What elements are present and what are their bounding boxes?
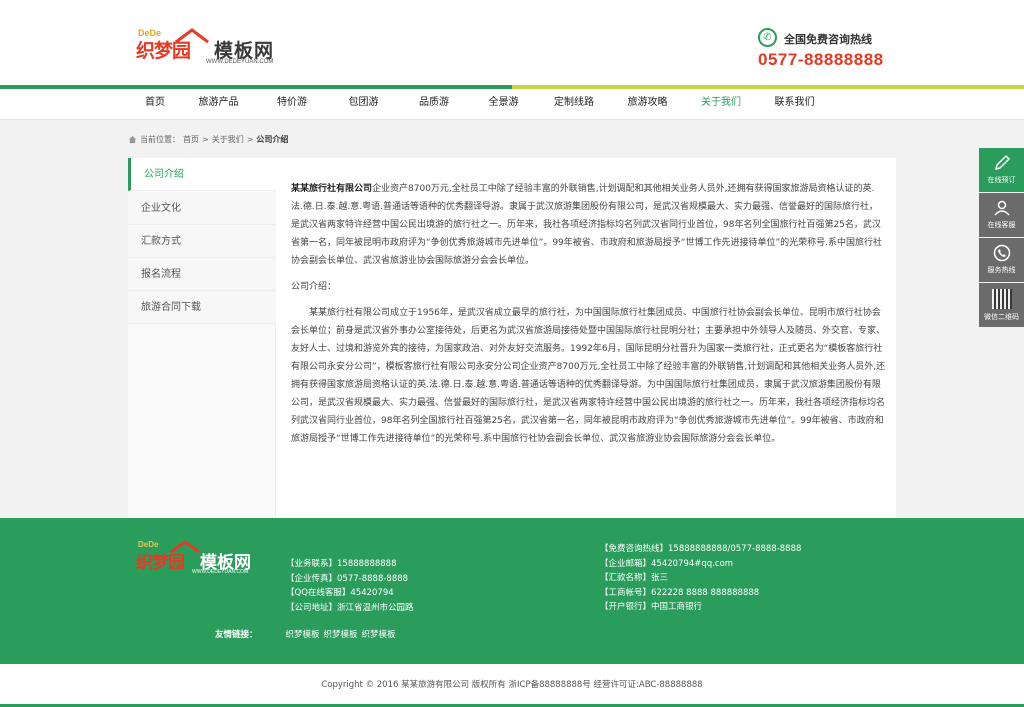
- footer-contact-value: 45420794: [350, 588, 394, 598]
- phone-icon: [993, 244, 1010, 262]
- footer-contact-line: 【企业邮箱】45420794#qq.com: [600, 557, 801, 572]
- sidebar-item[interactable]: 公司介绍: [128, 158, 276, 191]
- breadcrumb: 当前位置： 首页 > 关于我们 > 公司介绍: [128, 134, 288, 145]
- sidebar: 公司介绍 企业文化 汇款方式 报名流程 旅游合同下载: [128, 158, 276, 518]
- nav-item[interactable]: 品质游: [398, 89, 470, 120]
- nav-item[interactable]: 联系我们: [758, 89, 831, 120]
- site-footer: DeDe 织梦园 模板网 WWW.DEDEYUAN.COM 【业务联系】1588…: [0, 518, 1024, 664]
- friend-links: 友情链接： 织梦模板 织梦模板 织梦模板: [215, 628, 396, 640]
- nav-item[interactable]: 特价游: [255, 89, 329, 120]
- footer-contact-line: 【开户银行】中国工商银行: [600, 600, 801, 615]
- footer-contact-key: 【企业邮箱】: [600, 558, 652, 569]
- site-header: DeDe 织梦园 模板网 WWW.DEDEYUAN.COM ✆ 全国免费咨询热线…: [0, 0, 1024, 86]
- nav-item[interactable]: 定制线路: [537, 89, 611, 120]
- company-name: 某某旅行社有限公司: [291, 184, 373, 194]
- floating-service-panel: 在线预订 在线客服 服务热线 微信二维码: [979, 148, 1024, 328]
- nav-item[interactable]: 旅游攻略: [611, 89, 684, 120]
- friend-link[interactable]: 织梦模板: [286, 628, 320, 640]
- sidebar-item[interactable]: 报名流程: [128, 258, 276, 291]
- nav-item[interactable]: 关于我们: [684, 89, 758, 120]
- friend-link[interactable]: 织梦模板: [362, 628, 396, 640]
- home-icon: [128, 135, 137, 144]
- sidebar-item[interactable]: 企业文化: [128, 192, 276, 225]
- nav-item[interactable]: 全景游: [470, 89, 537, 120]
- pencil-icon: [994, 154, 1010, 171]
- sidebar-item[interactable]: 汇款方式: [128, 225, 276, 258]
- breadcrumb-sep: >: [246, 135, 254, 144]
- nav-item[interactable]: 包团游: [329, 89, 398, 120]
- detail-paragraph: 某某旅行社有限公司成立于1956年，是武汉省成立最早的旅行社，为中国国际旅行社集…: [291, 308, 886, 444]
- footer-contact-value: 622228 8888 888888888: [651, 587, 760, 598]
- site-logo[interactable]: DeDe 织梦园 模板网 WWW.DEDEYUAN.COM: [136, 26, 288, 72]
- intro-paragraph: 某某旅行社有限公司企业资产8700万元,全社员工中除了经验丰富的外联销售,计划调…: [291, 180, 886, 270]
- online-service-label: 在线客服: [987, 221, 1016, 229]
- breadcrumb-current: 公司介绍: [256, 135, 289, 144]
- footer-contact-value: 0577-8888-8888: [337, 573, 409, 584]
- intro-text: 企业资产8700万元,全社员工中除了经验丰富的外联销售,计划调配和其他相关业务人…: [291, 184, 882, 266]
- breadcrumb-sep: >: [202, 135, 209, 144]
- footer-logo[interactable]: DeDe 织梦园 模板网 WWW.DEDEYUAN.COM: [136, 540, 266, 580]
- section-label: 公司介绍：: [291, 282, 337, 292]
- sidebar-item[interactable]: 旅游合同下载: [128, 291, 276, 324]
- main-nav: 首页 旅游产品 特价游 包团游 品质游 全景游 定制线路 旅游攻略 关于我们 联系我们: [0, 89, 1024, 120]
- footer-contact-key: 【业务联系】: [286, 559, 338, 569]
- footer-contact-key: 【公司地址】: [286, 602, 338, 613]
- hotline-label: 全国免费咨询热线: [784, 33, 872, 46]
- footer-contact-key: 【工商帐号】: [600, 587, 652, 598]
- friend-link[interactable]: 织梦模板: [324, 628, 358, 640]
- article-content: 某某旅行社有限公司企业资产8700万元,全社员工中除了经验丰富的外联销售,计划调…: [291, 180, 886, 456]
- breadcrumb-home[interactable]: 首页: [183, 134, 199, 145]
- footer-contact-line: 【业务联系】15888888888: [286, 557, 414, 572]
- footer-contact-value: 浙江省温州市公园路: [337, 602, 414, 613]
- service-hotline-label: 服务热线: [987, 266, 1016, 274]
- footer-contact-value: 15888888888/0577-8888-8888: [668, 544, 802, 554]
- wechat-qrcode-label: 微信二维码: [984, 313, 1019, 321]
- footer-contact-line: 【公司地址】浙江省温州市公园路: [286, 601, 414, 616]
- phone-icon: ✆: [758, 28, 777, 47]
- wechat-qrcode-button[interactable]: 微信二维码: [979, 283, 1024, 327]
- online-service-button[interactable]: 在线客服: [979, 193, 1024, 237]
- footer-contact-key: 【企业传真】: [286, 573, 338, 584]
- user-icon: [993, 200, 1010, 216]
- friend-links-label: 友情链接：: [215, 630, 258, 640]
- footer-contact-value: 张三: [651, 573, 669, 583]
- footer-contact-line: 【企业传真】0577-8888-8888: [286, 572, 414, 587]
- online-booking-button[interactable]: 在线预订: [979, 148, 1024, 192]
- footer-logo-house-icon: [170, 540, 200, 554]
- footer-contact-key: 【免费咨询热线】: [600, 544, 669, 554]
- footer-contact-key: 【开户银行】: [600, 602, 652, 612]
- footer-contact-col1: 【业务联系】15888888888 【企业传真】0577-8888-8888 【QQ…: [286, 557, 414, 615]
- nav-item[interactable]: 旅游产品: [182, 89, 255, 120]
- footer-contact-key: 【汇款名称】: [600, 573, 652, 583]
- footer-contact-line: 【工商帐号】622228 8888 888888888: [600, 586, 801, 601]
- breadcrumb-parent[interactable]: 关于我们: [212, 134, 244, 145]
- online-booking-label: 在线预订: [987, 176, 1016, 184]
- footer-contact-value: 15888888888: [337, 559, 397, 569]
- service-hotline-button[interactable]: 服务热线: [979, 238, 1024, 282]
- hotline-number: 0577-88888888: [758, 50, 884, 69]
- footer-contact-line: 【免费咨询热线】15888888888/0577-8888-8888: [600, 542, 801, 557]
- nav-item[interactable]: 首页: [128, 89, 182, 120]
- footer-contact-value: 中国工商银行: [651, 602, 703, 612]
- logo-url-text: WWW.DEDEYUAN.COM: [206, 59, 274, 65]
- main-card: 公司介绍 企业文化 汇款方式 报名流程 旅游合同下载 某某旅行社有限公司企业资产8700…: [128, 158, 896, 518]
- footer-contact-key: 【QQ在线客服】: [286, 588, 351, 598]
- copyright: Copyright © 2016 某某旅游有限公司 版权所有 浙ICP备8888…: [0, 664, 1024, 707]
- footer-logo-url-text: WWW.DEDEYUAN.COM: [192, 569, 249, 575]
- footer-contact-line: 【QQ在线客服】45420794: [286, 586, 414, 601]
- qrcode-icon: [991, 289, 1012, 309]
- footer-contact-col2: 【免费咨询热线】15888888888/0577-8888-8888 【企业邮箱】…: [600, 542, 801, 615]
- footer-contact-value: 45420794#qq.com: [651, 558, 734, 569]
- hotline: ✆ 全国免费咨询热线 0577-88888888: [758, 28, 908, 72]
- logo-house-icon: [175, 28, 209, 44]
- footer-contact-line: 【汇款名称】张三: [600, 571, 801, 586]
- breadcrumb-prefix: 当前位置：: [140, 135, 180, 144]
